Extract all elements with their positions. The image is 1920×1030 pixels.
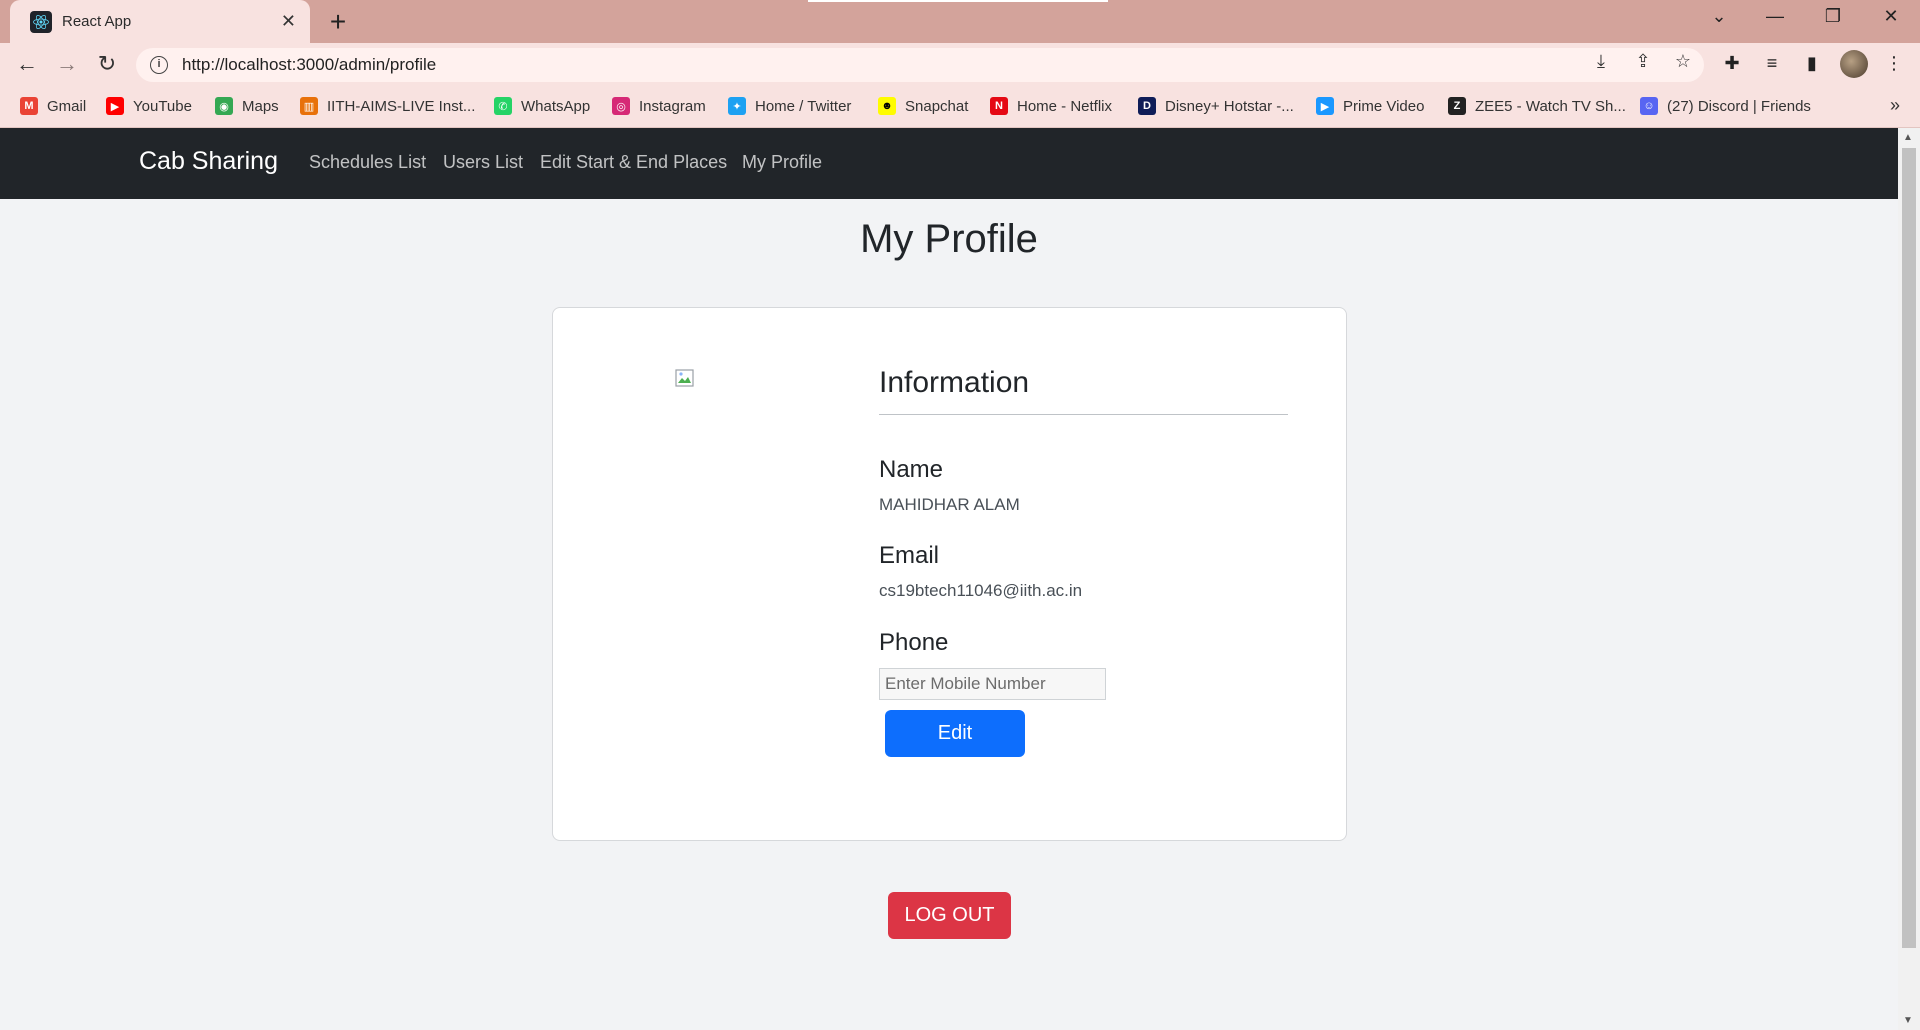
netflix-icon: N bbox=[990, 97, 1008, 115]
discord-icon: ☺ bbox=[1640, 97, 1658, 115]
bookmark-label: (27) Discord | Friends bbox=[1667, 97, 1811, 115]
site-info-icon[interactable]: i bbox=[150, 56, 168, 74]
bookmark-label: ZEE5 - Watch TV Sh... bbox=[1475, 97, 1626, 115]
bookmark-item[interactable]: ☻ Snapchat bbox=[878, 97, 968, 115]
page-viewport: Cab Sharing Schedules List Users List Ed… bbox=[0, 128, 1898, 1030]
nav-schedules-list[interactable]: Schedules List bbox=[309, 152, 426, 173]
maps-icon: ◉ bbox=[215, 97, 233, 115]
bookmark-item[interactable]: Z ZEE5 - Watch TV Sh... bbox=[1448, 97, 1626, 115]
app-navbar: Cab Sharing Schedules List Users List Ed… bbox=[0, 128, 1898, 199]
reload-icon[interactable]: ↻ bbox=[92, 51, 122, 77]
bookmark-item[interactable]: ▥ IITH-AIMS-LIVE Inst... bbox=[300, 97, 475, 115]
iith-icon: ▥ bbox=[300, 97, 318, 115]
phone-label: Phone bbox=[879, 629, 949, 656]
whatsapp-icon: ✆ bbox=[494, 97, 512, 115]
bookmark-label: Disney+ Hotstar -... bbox=[1165, 97, 1294, 115]
install-icon[interactable]: ⤓ bbox=[1588, 51, 1614, 72]
bookmark-star-icon[interactable]: ☆ bbox=[1670, 51, 1696, 72]
youtube-icon: ▶ bbox=[106, 97, 124, 115]
more-bookmarks-icon[interactable]: » bbox=[1890, 95, 1900, 116]
snapchat-icon: ☻ bbox=[878, 97, 896, 115]
twitter-icon: ✦ bbox=[728, 97, 746, 115]
media-queue-icon[interactable]: ≡ bbox=[1758, 53, 1786, 74]
brand-link[interactable]: Cab Sharing bbox=[139, 147, 278, 176]
side-panel-icon[interactable]: ▮ bbox=[1798, 53, 1826, 74]
bookmark-item[interactable]: ▶ Prime Video bbox=[1316, 97, 1424, 115]
edit-button[interactable]: Edit bbox=[885, 710, 1025, 757]
tab-title: React App bbox=[62, 13, 132, 30]
bookmark-item[interactable]: ✆ WhatsApp bbox=[494, 97, 590, 115]
window-drag-area bbox=[808, 0, 1108, 2]
browser-toolbar: ← → ↻ i http://localhost:3000/admin/prof… bbox=[0, 43, 1920, 87]
name-value: MAHIDHAR ALAM bbox=[879, 495, 1020, 514]
bookmark-label: WhatsApp bbox=[521, 97, 591, 115]
zee5-icon: Z bbox=[1448, 97, 1466, 115]
forward-icon[interactable]: → bbox=[52, 51, 82, 77]
bookmark-item[interactable]: M Gmail bbox=[20, 97, 86, 115]
scrollbar-thumb[interactable] bbox=[1902, 148, 1916, 948]
information-heading: Information bbox=[879, 366, 1030, 399]
email-label: Email bbox=[879, 542, 940, 569]
heading-divider bbox=[879, 414, 1288, 415]
broken-image-icon bbox=[675, 369, 694, 387]
prime-video-icon: ▶ bbox=[1316, 97, 1334, 115]
bookmarks-bar: » M Gmail ▶ YouTube ◉ Maps ▥ IITH-AIMS-LIVE Ins… bbox=[0, 87, 1920, 128]
menu-dots-icon[interactable]: ⋮ bbox=[1880, 53, 1908, 74]
bookmark-item[interactable]: D Disney+ Hotstar -... bbox=[1138, 97, 1294, 115]
share-icon[interactable]: ⇪ bbox=[1630, 51, 1656, 72]
bookmark-label: Snapchat bbox=[905, 97, 969, 115]
extensions-icon[interactable]: ✚ bbox=[1718, 53, 1746, 74]
bookmark-label: Home - Netflix bbox=[1017, 97, 1113, 115]
scroll-down-icon[interactable]: ▼ bbox=[1903, 1015, 1913, 1026]
back-icon[interactable]: ← bbox=[12, 51, 42, 77]
browser-tab[interactable]: React App ✕ bbox=[10, 0, 310, 43]
close-icon[interactable]: ✕ bbox=[281, 11, 296, 32]
minimize-icon[interactable]: — bbox=[1760, 6, 1790, 27]
nav-my-profile[interactable]: My Profile bbox=[742, 152, 822, 173]
bookmark-label: Prime Video bbox=[1343, 97, 1425, 115]
new-tab-icon[interactable]: + bbox=[322, 6, 354, 38]
phone-input[interactable] bbox=[879, 668, 1106, 700]
react-icon bbox=[30, 10, 52, 33]
tab-search-icon[interactable]: ⌄ bbox=[1704, 6, 1734, 27]
logout-button[interactable]: LOG OUT bbox=[888, 892, 1011, 939]
address-bar[interactable]: i http://localhost:3000/admin/profile bbox=[136, 48, 1704, 82]
bookmark-label: Home / Twitter bbox=[755, 97, 852, 115]
instagram-icon: ◎ bbox=[612, 97, 630, 115]
bookmark-item[interactable]: ☺ (27) Discord | Friends bbox=[1640, 97, 1811, 115]
bookmark-item[interactable]: N Home - Netflix bbox=[990, 97, 1112, 115]
profile-card: Information Name MAHIDHAR ALAM Email cs1… bbox=[552, 307, 1347, 841]
browser-tabstrip: React App ✕ + ⌄ — ❐ ✕ bbox=[0, 0, 1920, 43]
bookmark-label: Instagram bbox=[639, 97, 706, 115]
page-scrollbar[interactable]: ▲ ▼ bbox=[1898, 128, 1920, 1030]
bookmark-item[interactable]: ▶ YouTube bbox=[106, 97, 192, 115]
bookmark-label: Maps bbox=[242, 97, 279, 115]
nav-users-list[interactable]: Users List bbox=[443, 152, 523, 173]
bookmark-item[interactable]: ✦ Home / Twitter bbox=[728, 97, 851, 115]
url-text: http://localhost:3000/admin/profile bbox=[182, 55, 437, 74]
bookmark-label: YouTube bbox=[133, 97, 192, 115]
gmail-icon: M bbox=[20, 97, 38, 115]
bookmark-item[interactable]: ◉ Maps bbox=[215, 97, 279, 115]
page-title: My Profile bbox=[860, 217, 1038, 261]
restore-icon[interactable]: ❐ bbox=[1818, 6, 1848, 27]
scroll-up-icon[interactable]: ▲ bbox=[1903, 132, 1913, 143]
bookmark-label: IITH-AIMS-LIVE Inst... bbox=[327, 97, 476, 115]
profile-avatar-icon[interactable] bbox=[1840, 50, 1868, 78]
email-value: cs19btech11046@iith.ac.in bbox=[879, 581, 1083, 600]
bookmark-item[interactable]: ◎ Instagram bbox=[612, 97, 706, 115]
bookmark-label: Gmail bbox=[47, 97, 87, 115]
name-label: Name bbox=[879, 456, 944, 483]
hotstar-icon: D bbox=[1138, 97, 1156, 115]
window-close-icon[interactable]: ✕ bbox=[1876, 6, 1906, 27]
nav-edit-places[interactable]: Edit Start & End Places bbox=[540, 152, 727, 173]
